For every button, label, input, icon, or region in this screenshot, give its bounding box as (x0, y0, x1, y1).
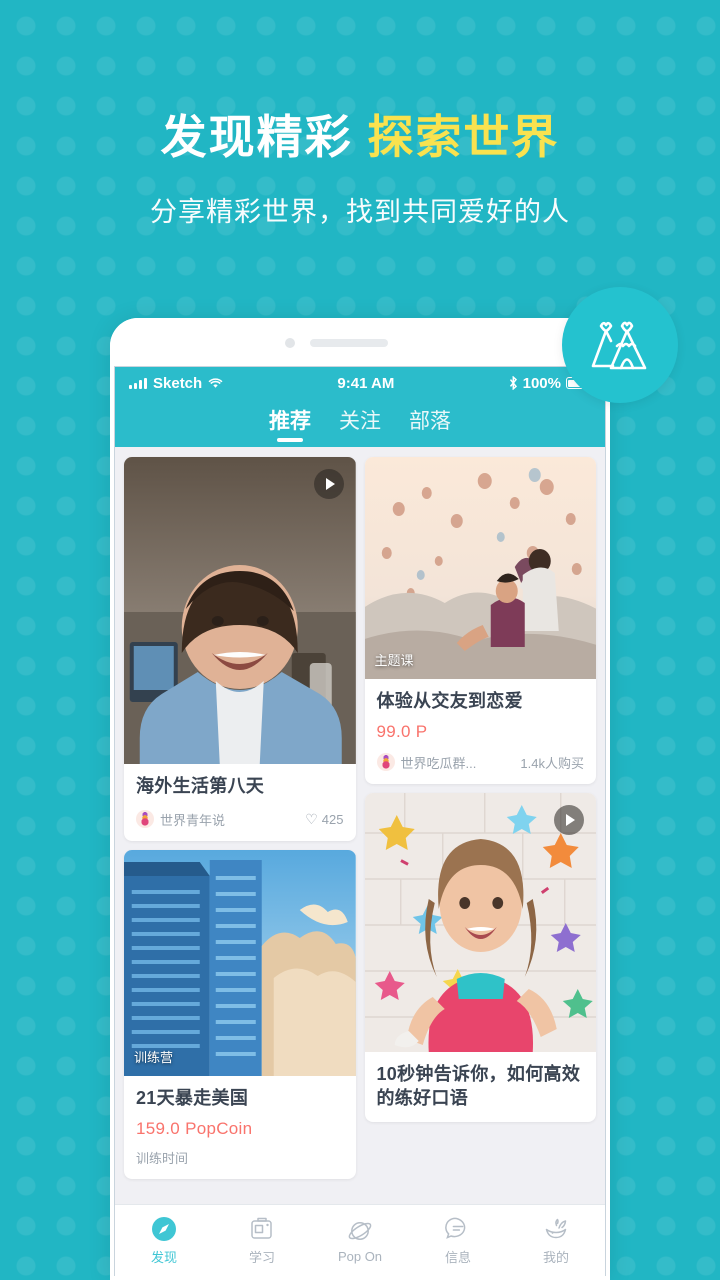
card-title: 体验从交友到恋爱 (376, 691, 523, 711)
card-meta: 世界青年说 ♡ 425 (136, 810, 344, 829)
status-bar-left: Sketch (129, 375, 223, 392)
status-bar: Sketch 9:41 AM 100% (115, 367, 605, 399)
nav-label: 我的 (542, 1249, 569, 1265)
nav-label: 发现 (150, 1249, 177, 1265)
card-author-name: 世界吃瓜群... (400, 755, 477, 771)
status-bar-time: 9:41 AM (337, 374, 395, 392)
promo-screen: 发现精彩 探索世界 分享精彩世界，找到共同爱好的人 Sketch 9:41 AM… (0, 0, 720, 1280)
phone-screen: Sketch 9:41 AM 100% 推荐 关注 部落 海外生活第八天 世界青… (114, 366, 606, 1276)
nav-item-pop-on[interactable]: Pop On (311, 1218, 409, 1264)
card-price: 159.0 PopCoin (136, 1118, 253, 1138)
feed-card[interactable]: 主题课 体验从交友到恋爱 99.0 P 世界吃瓜群... 1.4k人购买 (364, 457, 597, 784)
card-thumbnail[interactable] (124, 457, 356, 764)
signal-icon (129, 377, 147, 389)
nav-item-profile[interactable]: 我的 (507, 1216, 605, 1266)
feed-column-right: 主题课 体验从交友到恋爱 99.0 P 世界吃瓜群... 1.4k人购买 10秒… (364, 457, 597, 1276)
hero-subtitle: 分享精彩世界，找到共同爱好的人 (150, 196, 570, 227)
card-subtext: 训练时间 (136, 1150, 189, 1166)
card-body: 海外生活第八天 世界青年说 ♡ 425 (124, 764, 356, 841)
card-author[interactable]: 世界吃瓜群... (376, 753, 477, 772)
bluetooth-icon (509, 376, 517, 390)
feed-card[interactable]: 训练营 21天暴走美国 159.0 PopCoin 训练时间 (124, 849, 356, 1179)
heart-icon: ♡ (305, 810, 318, 827)
battery-percent-label: 100% (522, 374, 561, 392)
card-thumbnail[interactable] (364, 792, 596, 1052)
card-author[interactable]: 世界青年说 (136, 810, 225, 829)
teepee-icon (591, 321, 647, 370)
planet-icon (348, 1221, 372, 1240)
chat-icon (445, 1217, 466, 1239)
card-body: 21天暴走美国 159.0 PopCoin 训练时间 (124, 1076, 356, 1179)
phone-top-bezel (110, 318, 610, 366)
play-icon[interactable] (313, 469, 344, 499)
play-icon[interactable] (554, 804, 584, 835)
phone-mockup: Sketch 9:41 AM 100% 推荐 关注 部落 海外生活第八天 世界青… (110, 318, 610, 1280)
nav-item-discover[interactable]: 发现 (115, 1216, 213, 1266)
feed-card[interactable]: 海外生活第八天 世界青年说 ♡ 425 (124, 457, 356, 841)
tab-tribe[interactable]: 部落 (409, 405, 451, 442)
card-body: 10秒钟告诉你，如何高效的练好口语 (365, 1052, 597, 1123)
hero-section: 发现精彩 探索世界 分享精彩世界，找到共同爱好的人 (0, 0, 720, 300)
whale-icon (545, 1218, 567, 1238)
card-title: 21天暴走美国 (136, 1087, 249, 1108)
thumbnail-image-city-buildings (124, 849, 356, 1076)
card-purchase-count: 1.4k人购买 (520, 755, 584, 771)
carrier-label: Sketch (153, 374, 203, 392)
teepee-logo (562, 287, 678, 403)
earpiece-speaker (310, 339, 388, 347)
wifi-icon (208, 378, 223, 388)
tab-following[interactable]: 关注 (339, 405, 381, 442)
hero-title-accent: 探索世界 (367, 111, 560, 163)
feed-column-left: 海外生活第八天 世界青年说 ♡ 425 训练营 21天暴走美国 159.0 Po… (124, 457, 356, 1276)
card-badge: 主题课 (374, 653, 414, 668)
front-camera-icon (285, 338, 295, 348)
card-body: 体验从交友到恋爱 99.0 P 世界吃瓜群... 1.4k人购买 (365, 679, 597, 784)
nav-item-messages[interactable]: 信息 (409, 1216, 507, 1266)
card-badge: 训练营 (134, 1049, 174, 1065)
nav-label: Pop On (337, 1248, 383, 1264)
tab-recommend[interactable]: 推荐 (269, 405, 311, 442)
card-price: 99.0 P (376, 721, 428, 741)
nav-label: 学习 (248, 1249, 275, 1265)
feed-card[interactable]: 10秒钟告诉你，如何高效的练好口语 (364, 792, 597, 1123)
card-thumbnail[interactable]: 训练营 (124, 849, 356, 1076)
feed-grid: 海外生活第八天 世界青年说 ♡ 425 训练营 21天暴走美国 159.0 Po… (115, 447, 605, 1276)
thumbnail-image-man-office (124, 457, 356, 764)
card-title: 10秒钟告诉你，如何高效的练好口语 (376, 1063, 581, 1108)
thumbnail-image-couple-balloons (364, 457, 596, 679)
nav-item-study[interactable]: 学习 (213, 1216, 311, 1266)
card-like-count[interactable]: ♡ 425 (305, 811, 343, 828)
nav-label: 信息 (444, 1249, 471, 1265)
card-meta: 世界吃瓜群... 1.4k人购买 (376, 753, 584, 772)
like-count-label: 425 (321, 811, 344, 827)
page-title: 发现精彩 探索世界 (0, 111, 720, 164)
compass-icon (152, 1216, 176, 1241)
card-author-name: 世界青年说 (160, 812, 226, 828)
card-thumbnail[interactable]: 主题课 (364, 457, 596, 679)
avatar (376, 753, 395, 772)
bottom-nav: 发现 学习 Pop On 信息 我的 (115, 1204, 605, 1276)
avatar (136, 810, 154, 829)
card-title: 海外生活第八天 (136, 776, 265, 796)
briefcase-icon (251, 1217, 272, 1239)
tab-bar: 推荐 关注 部落 (115, 399, 605, 447)
hero-title-white: 发现精彩 (160, 111, 353, 163)
